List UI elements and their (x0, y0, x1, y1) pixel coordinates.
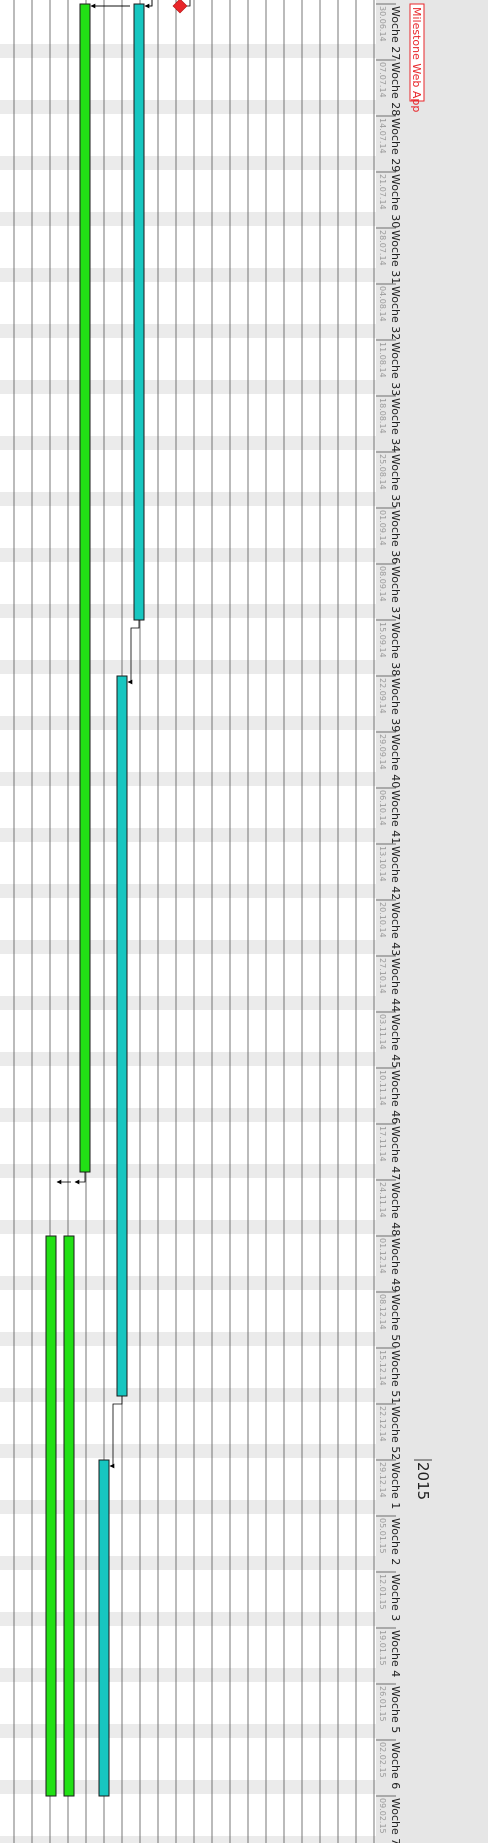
milestone-label-text: Milestone Web App (410, 7, 423, 112)
week-date: 27.10.14 (378, 958, 387, 994)
week-date: 04.08.14 (378, 286, 387, 322)
week-label: Woche 1 (389, 1462, 402, 1509)
week-date: 28.07.14 (378, 230, 387, 266)
week-label: Woche 39 (389, 678, 402, 732)
week-label: Woche 50 (389, 1294, 402, 1348)
week-date: 18.08.14 (378, 398, 387, 434)
week-label: Woche 29 (389, 118, 402, 172)
week-date: 05.01.15 (378, 1518, 387, 1554)
week-label: Woche 42 (389, 846, 402, 900)
week-label: Woche 34 (389, 398, 402, 452)
task-bar-green-task-3[interactable] (63, 1235, 75, 1797)
week-label: Woche 40 (389, 734, 402, 788)
year-label: 2015 (414, 1462, 432, 1500)
week-label: Woche 38 (389, 622, 402, 676)
week-date: 20.10.14 (378, 902, 387, 938)
task-bar-green-task-1[interactable] (79, 3, 91, 1173)
week-label: Woche 30 (389, 174, 402, 228)
week-label: Woche 31 (389, 230, 402, 284)
week-date: 13.10.14 (378, 846, 387, 882)
week-label: Woche 43 (389, 902, 402, 956)
week-date: 01.09.14 (378, 510, 387, 546)
week-date: 29.12.14 (378, 1462, 387, 1498)
week-label: Woche 46 (389, 1070, 402, 1124)
gantt-chart-canvas: Woche 2730.06.14 Woche 2807.07.14 Woche 29… (0, 0, 488, 1843)
task-bar-cyan-task-1[interactable] (133, 3, 145, 621)
week-date: 26.01.15 (378, 1686, 387, 1722)
week-label: Woche 6 (389, 1742, 402, 1789)
week-date: 15.09.14 (378, 622, 387, 658)
week-label: Woche 3 (389, 1574, 402, 1621)
week-date: 19.01.15 (378, 1630, 387, 1666)
week-date: 09.02.15 (378, 1798, 387, 1834)
week-label: Woche 44 (389, 958, 402, 1012)
milestone-diamond-icon[interactable] (172, 0, 188, 14)
week-label: Woche 4 (389, 1630, 402, 1677)
week-date: 08.09.14 (378, 566, 387, 602)
week-date: 24.11.14 (378, 1182, 387, 1218)
week-date: 01.12.14 (378, 1238, 387, 1274)
week-date: 10.11.14 (378, 1070, 387, 1106)
week-label: Woche 32 (389, 286, 402, 340)
task-bar-cyan-task-3[interactable] (98, 1459, 110, 1797)
week-date: 29.09.14 (378, 734, 387, 770)
week-date: 22.12.14 (378, 1406, 387, 1442)
week-date: 17.11.14 (378, 1126, 387, 1162)
week-label: Woche 5 (389, 1686, 402, 1733)
week-label: Woche 36 (389, 510, 402, 564)
week-label: Woche 2 (389, 1518, 402, 1565)
week-label: Woche 7 (389, 1798, 402, 1843)
week-date: 08.12.14 (378, 1294, 387, 1330)
week-label: Woche 45 (389, 1014, 402, 1068)
week-label: Woche 28 (389, 62, 402, 116)
week-date: 15.12.14 (378, 1350, 387, 1386)
dependency-link-top-2 (145, 0, 153, 7)
week-label: Woche 27 (389, 6, 402, 60)
week-date: 25.08.14 (378, 454, 387, 490)
week-date: 30.06.14 (378, 6, 387, 42)
week-label: Woche 33 (389, 342, 402, 396)
week-label: Woche 35 (389, 454, 402, 508)
week-label: Woche 41 (389, 790, 402, 844)
week-date: 11.08.14 (378, 342, 387, 378)
week-date: 03.11.14 (378, 1014, 387, 1050)
week-label: Woche 51 (389, 1350, 402, 1404)
task-bar-green-task-2[interactable] (45, 1235, 57, 1797)
week-label: Woche 52 (389, 1406, 402, 1460)
week-label: Woche 48 (389, 1182, 402, 1236)
week-label: Woche 49 (389, 1238, 402, 1292)
milestone-label: Milestone Web App (409, 3, 425, 112)
week-label: Woche 37 (389, 566, 402, 620)
week-date: 06.10.14 (378, 790, 387, 826)
task-bar-cyan-task-2[interactable] (116, 675, 128, 1397)
week-date: 12.01.15 (378, 1574, 387, 1610)
week-label: Woche 47 (389, 1126, 402, 1180)
week-date: 21.07.14 (378, 174, 387, 210)
week-date: 14.07.14 (378, 118, 387, 154)
week-date: 02.02.15 (378, 1742, 387, 1778)
dependency-arrow-top-2 (144, 0, 153, 9)
week-date: 22.09.14 (378, 678, 387, 714)
week-date: 07.07.14 (378, 62, 387, 98)
